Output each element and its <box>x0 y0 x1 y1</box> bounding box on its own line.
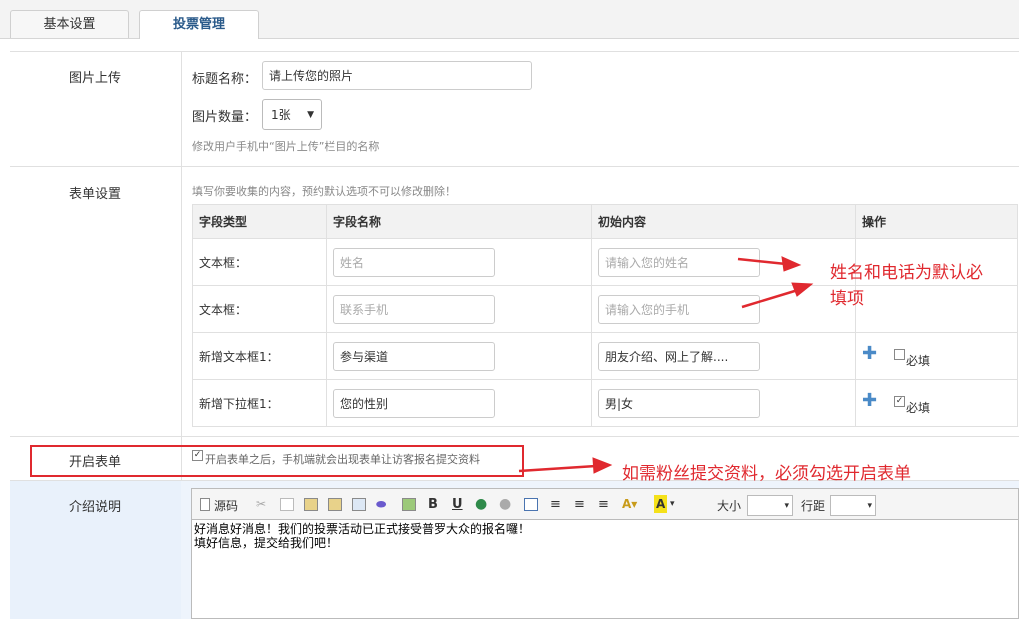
annotation-arrows <box>518 256 814 474</box>
annotation-note-line2: 填项 <box>830 289 864 309</box>
arrow-line <box>741 288 799 309</box>
arrow-head <box>592 457 613 474</box>
arrow-head <box>781 256 802 272</box>
annotation-note: 如需粉丝提交资料，必须勾选开启表单 <box>622 464 911 484</box>
annotation-note-line1: 姓名和电话为默认必 <box>830 263 983 283</box>
arrow-head <box>791 282 814 297</box>
arrow-line <box>518 464 597 473</box>
arrow-line <box>737 257 787 266</box>
